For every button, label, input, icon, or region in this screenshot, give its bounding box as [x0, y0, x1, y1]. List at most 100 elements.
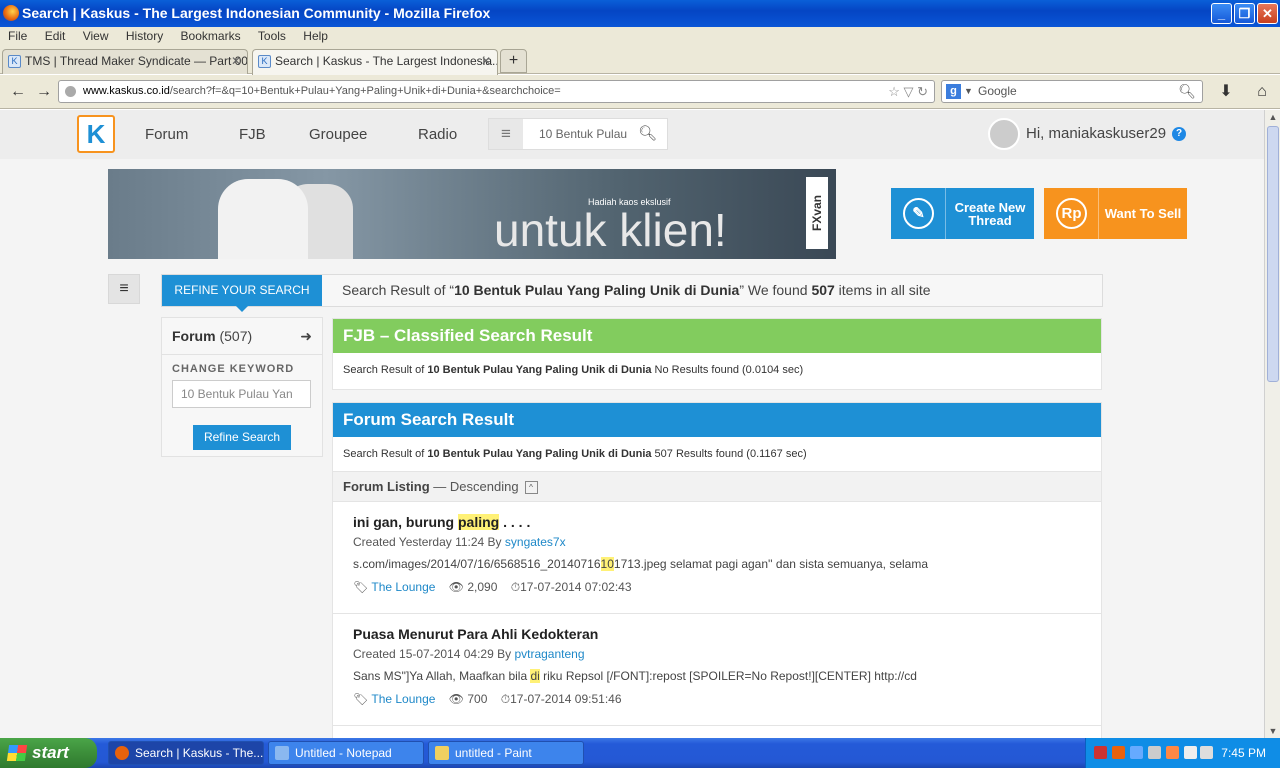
thread-title[interactable]: ini gan, burung paling . . . .	[353, 514, 530, 530]
category-link[interactable]: The Lounge	[371, 692, 435, 706]
scroll-up-icon[interactable]: ▲	[1265, 110, 1280, 124]
tray-icon[interactable]	[1130, 746, 1143, 759]
firefox-icon	[115, 746, 129, 760]
menu-edit[interactable]: Edit	[39, 27, 72, 46]
close-button[interactable]: ✕	[1257, 3, 1278, 24]
url-bar[interactable]: www.kaskus.co.id/search?f=&q=10+Bentuk+P…	[58, 80, 935, 103]
menu-hamburger-icon[interactable]: ≡	[489, 119, 523, 149]
bookmark-reload-icons[interactable]: ☆ ▽ ↻	[888, 81, 928, 102]
kaskus-favicon-icon: K	[8, 55, 21, 68]
search-icon[interactable]: 🔍︎	[638, 119, 657, 149]
nav-fjb[interactable]: FJB	[239, 126, 266, 143]
nav-forum[interactable]: Forum	[145, 126, 188, 143]
avatar[interactable]	[988, 118, 1020, 150]
nav-groupee[interactable]: Groupee	[309, 126, 367, 143]
tray-icon[interactable]	[1112, 746, 1125, 759]
vertical-scrollbar[interactable]: ▲ ▼	[1264, 110, 1280, 738]
scroll-down-icon[interactable]: ▼	[1265, 724, 1280, 738]
banner-brand-logo: FXvan	[806, 177, 828, 249]
collapse-icon[interactable]: ^	[524, 481, 538, 495]
summary-query: 10 Bentuk Pulau Yang Paling Unik di Duni…	[454, 282, 740, 298]
new-tab-button[interactable]: +	[500, 49, 527, 73]
sidebar-toggle-icon[interactable]: ≡	[108, 274, 140, 304]
window-title-bar[interactable]: Search | Kaskus - The Largest Indonesian…	[0, 0, 1280, 27]
keyword-input[interactable]: 10 Bentuk Pulau Yan	[172, 380, 311, 408]
forum-sub-suffix: 507 Results found (0.1167 sec)	[651, 448, 807, 460]
help-icon[interactable]: ?	[1172, 127, 1186, 141]
globe-icon	[65, 86, 76, 97]
tab-close-icon[interactable]: ✕	[481, 50, 491, 73]
summary-count: 507	[811, 282, 835, 298]
search-summary-bar: REFINE YOUR SEARCH Search Result of “10 …	[161, 274, 1103, 312]
google-icon[interactable]: g	[946, 84, 961, 99]
kaskus-search-input[interactable]: 10 Bentuk Pulau	[539, 119, 627, 149]
want-to-sell-button[interactable]: Rp Want To Sell	[1044, 188, 1187, 239]
forum-filter-row[interactable]: Forum (507) ➜	[162, 318, 322, 355]
tray-icon[interactable]	[1148, 746, 1161, 759]
scroll-thumb[interactable]	[1267, 126, 1279, 382]
snippet-text-end: 1713.jpeg selamat pagi agan'' dan sista …	[613, 557, 929, 571]
menu-help[interactable]: Help	[297, 27, 334, 46]
menu-file[interactable]: File	[2, 27, 33, 46]
ad-banner[interactable]: Hadiah kaos ekslusif untuk klien! FXvan	[108, 169, 836, 259]
create-thread-button[interactable]: ✎ Create New Thread	[891, 188, 1034, 239]
tray-icon[interactable]	[1184, 746, 1197, 759]
menu-view[interactable]: View	[77, 27, 115, 46]
menu-bookmarks[interactable]: Bookmarks	[175, 27, 247, 46]
clock[interactable]: 7:45 PM	[1221, 738, 1266, 768]
arrow-right-icon[interactable]: ➜	[300, 318, 312, 355]
title-highlight: paling	[458, 514, 500, 530]
nav-radio[interactable]: Radio	[418, 126, 457, 143]
banner-shirt-image	[218, 179, 308, 259]
tab-tms[interactable]: K TMS | Thread Maker Syndicate — Part 00…	[2, 49, 248, 74]
back-button[interactable]: ←	[6, 80, 30, 104]
taskbar-item-notepad[interactable]: Untitled - Notepad	[268, 741, 424, 765]
category-link[interactable]: The Lounge	[371, 580, 435, 594]
menu-bar: File Edit View History Bookmarks Tools H…	[0, 27, 1280, 46]
taskbar-item-paint[interactable]: untitled - Paint	[428, 741, 584, 765]
last-post-time: 17-07-2014 07:02:43	[520, 580, 632, 594]
snippet-highlight: di	[530, 669, 540, 683]
title-text: Puasa Menurut Para Ahli Kedokteran	[353, 626, 599, 642]
tab-search-kaskus[interactable]: K Search | Kaskus - The Largest Indonesi…	[252, 49, 498, 75]
tab-close-icon[interactable]: ✕	[231, 50, 241, 73]
engine-dropdown-icon[interactable]: ▼	[964, 81, 973, 102]
author-link[interactable]: pvtraganteng	[514, 647, 584, 661]
window-title: Search | Kaskus - The Largest Indonesian…	[22, 5, 491, 21]
notepad-icon	[275, 746, 289, 760]
start-button[interactable]: start	[0, 738, 97, 768]
forum-filter-label: Forum	[172, 328, 216, 344]
home-icon[interactable]: ⌂	[1250, 80, 1274, 104]
minimize-button[interactable]: _	[1211, 3, 1232, 24]
search-icon[interactable]: 🔍︎	[1178, 81, 1196, 102]
tray-icon[interactable]	[1094, 746, 1107, 759]
listing-label: Forum Listing	[343, 479, 430, 494]
clock-icon: ⏱︎	[500, 692, 511, 706]
forum-listing-header: Forum Listing — Descending ^	[333, 471, 1101, 502]
forward-button[interactable]: →	[32, 80, 56, 104]
user-greeting[interactable]: Hi, maniakaskuser29	[1026, 125, 1166, 142]
refine-search-button[interactable]: Refine Search	[193, 425, 291, 450]
fjb-sub-suffix: No Results found (0.0104 sec)	[651, 364, 804, 376]
forum-result-panel: Forum Search Result Search Result of 10 …	[332, 402, 1102, 738]
menu-tools[interactable]: Tools	[252, 27, 292, 46]
snippet-highlight: 10	[600, 557, 614, 571]
refine-search-tab[interactable]: REFINE YOUR SEARCH	[162, 275, 322, 312]
firefox-icon	[3, 5, 19, 21]
kaskus-logo[interactable]: K	[77, 115, 115, 153]
thread-snippet: s.com/images/2014/07/16/6568516_20140716…	[353, 557, 928, 571]
url-domain: www.kaskus.co.id	[83, 85, 170, 97]
created-text: Created Yesterday 11:24 By	[353, 535, 505, 549]
taskbar-item-firefox[interactable]: Search | Kaskus - The...	[108, 741, 264, 765]
tray-icon[interactable]	[1200, 746, 1213, 759]
menu-history[interactable]: History	[120, 27, 169, 46]
maximize-button[interactable]: ❐	[1234, 3, 1255, 24]
download-icon[interactable]: ⬇	[1214, 80, 1238, 104]
browser-search-box[interactable]: g ▼ Google 🔍︎	[941, 80, 1203, 103]
tray-icon[interactable]	[1166, 746, 1179, 759]
author-link[interactable]: syngates7x	[505, 535, 566, 549]
tab-strip: K TMS | Thread Maker Syndicate — Part 00…	[0, 46, 1280, 75]
thread-title[interactable]: Puasa Menurut Para Ahli Kedokteran	[353, 626, 598, 642]
tag-icon: 🏷︎	[353, 580, 369, 594]
kaskus-search: ≡ 10 Bentuk Pulau 🔍︎	[488, 118, 668, 150]
